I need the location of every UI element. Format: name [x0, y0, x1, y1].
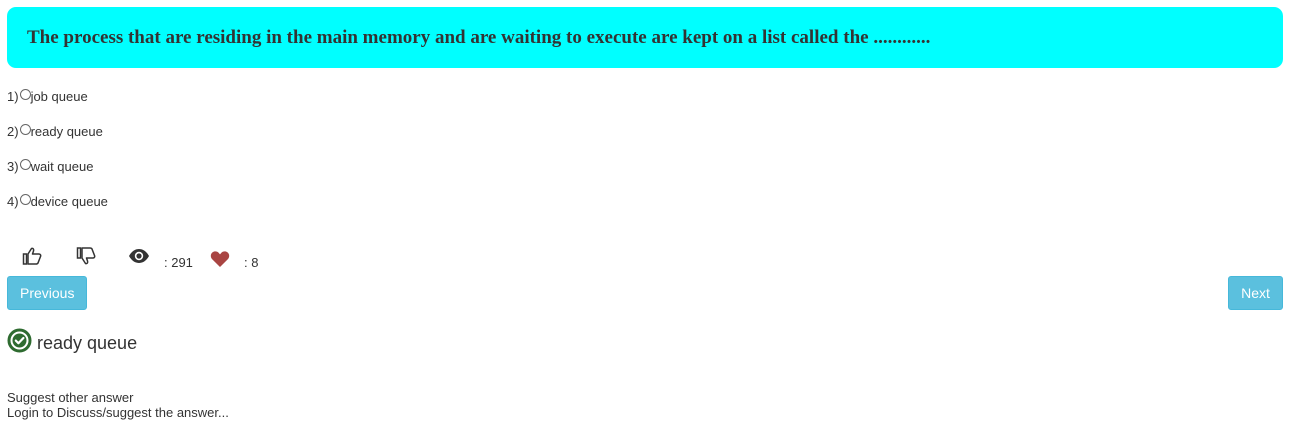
option-label: device queue — [30, 193, 108, 209]
option-label: ready queue — [30, 123, 103, 139]
question-text: The process that are residing in the mai… — [27, 27, 931, 48]
option-label: job queue — [30, 88, 88, 104]
thumbs-up-icon[interactable] — [22, 246, 42, 271]
option-3[interactable]: 3) wait queue — [7, 156, 93, 176]
answer-text: ready queue — [37, 332, 138, 353]
option-2[interactable]: 2) ready queue — [7, 121, 103, 141]
option-1[interactable]: 1) job queue — [7, 86, 88, 106]
option-label: wait queue — [30, 158, 94, 174]
option-number: 3) — [7, 158, 19, 174]
option-number: 2) — [7, 123, 19, 139]
eye-icon — [128, 248, 150, 269]
next-button[interactable]: Next — [1228, 276, 1283, 310]
suggest-answer-link[interactable]: Suggest other answer — [7, 390, 133, 405]
option-radio[interactable] — [19, 88, 31, 100]
option-number: 1) — [7, 88, 19, 104]
thumbs-down-icon[interactable] — [76, 246, 96, 271]
option-radio[interactable] — [19, 158, 31, 170]
heart-icon[interactable] — [210, 250, 230, 273]
check-circle-icon — [7, 328, 32, 353]
previous-button[interactable]: Previous — [7, 276, 87, 310]
likes-count: : 8 — [244, 255, 259, 270]
views-count: : 291 — [164, 255, 193, 270]
question-box: The process that are residing in the mai… — [7, 7, 1283, 68]
option-radio[interactable] — [19, 123, 31, 135]
option-4[interactable]: 4) device queue — [7, 191, 108, 211]
option-radio[interactable] — [19, 193, 31, 205]
correct-answer: ready queue — [7, 325, 137, 355]
option-number: 4) — [7, 193, 19, 209]
login-discuss-link[interactable]: Login to Discuss/suggest the answer... — [7, 405, 229, 420]
